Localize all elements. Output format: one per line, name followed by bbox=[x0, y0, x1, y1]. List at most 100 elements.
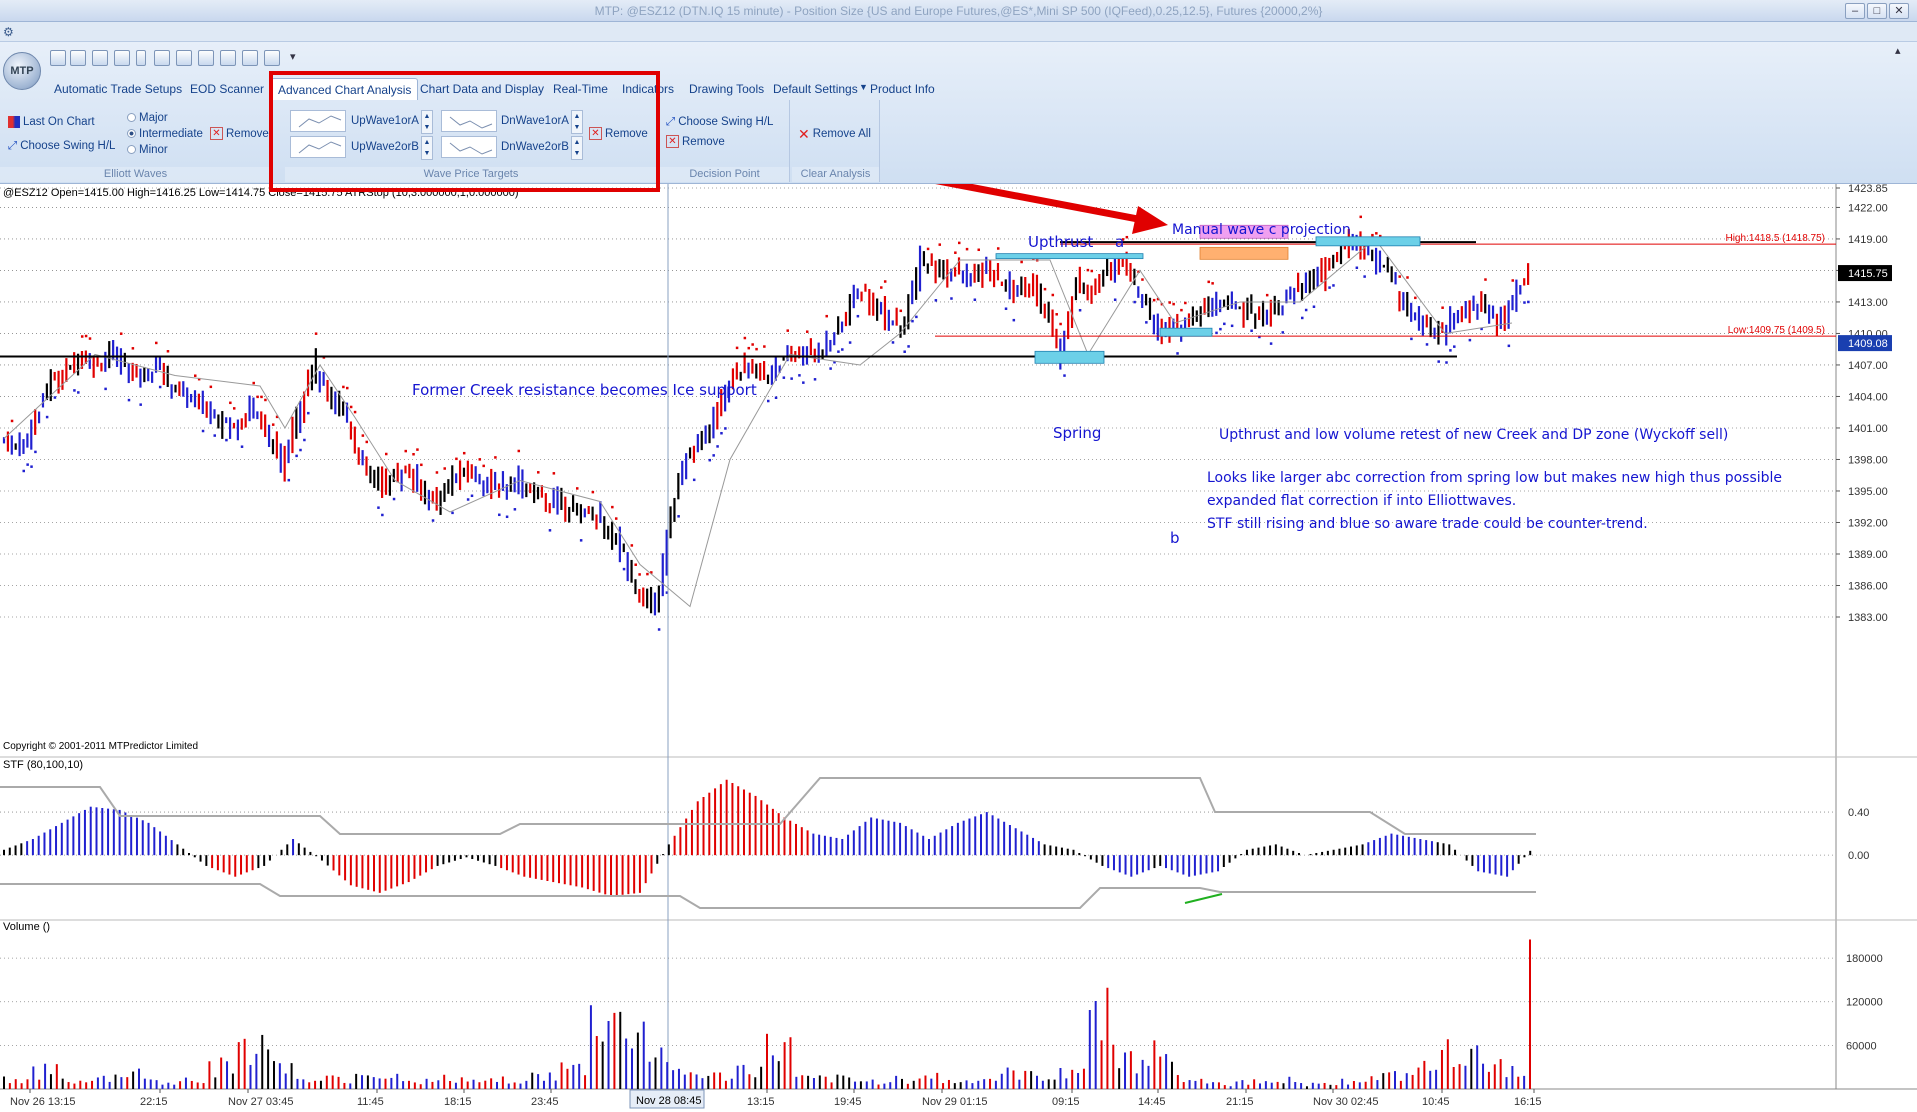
atr-stop-dot bbox=[482, 464, 485, 468]
atr-stop-dot bbox=[420, 463, 423, 467]
atr-stop-dot bbox=[1375, 232, 1378, 235]
time-tick-label: Nov 26 13:15 bbox=[10, 1096, 75, 1108]
customize-icon[interactable]: ▾ bbox=[290, 50, 296, 63]
app-logo-button[interactable]: MTP bbox=[3, 52, 41, 90]
window-title: MTP: @ESZ12 (DTN.IQ 15 minute) - Positio… bbox=[594, 4, 1323, 18]
chart-area[interactable]: 1423.851422.001419.001416.001413.001410.… bbox=[0, 184, 1917, 1112]
app-menu-icon[interactable]: ⚙ bbox=[3, 25, 14, 39]
maximize-button[interactable]: □ bbox=[1867, 3, 1887, 19]
radio-minor[interactable]: Minor bbox=[127, 142, 168, 158]
atr-stop-dot bbox=[240, 445, 244, 448]
atr-stop-dot bbox=[611, 505, 614, 509]
atr-stop-dot bbox=[934, 299, 938, 302]
atr-stop-dot bbox=[287, 478, 291, 482]
dp-remove-button[interactable]: ✕ Remove bbox=[666, 134, 725, 150]
atr-stop-dot bbox=[256, 395, 259, 399]
atr-stop-dot bbox=[45, 415, 49, 419]
atr-stop-dot bbox=[462, 451, 466, 455]
atr-stop-dot bbox=[455, 457, 458, 461]
atr-stop-dot bbox=[1484, 278, 1487, 281]
stf-tick-label: 0.00 bbox=[1848, 850, 1869, 862]
atr-stop-dot bbox=[1145, 321, 1148, 324]
atr-stop-dot bbox=[537, 471, 540, 474]
atr-stop-dot bbox=[767, 399, 770, 403]
close-button[interactable]: ✕ bbox=[1889, 3, 1909, 19]
price-tick-label: 1423.85 bbox=[1848, 184, 1888, 195]
atr-stop-dot bbox=[743, 336, 747, 340]
atr-stop-dot bbox=[225, 438, 228, 442]
time-tick-label: 23:45 bbox=[531, 1096, 559, 1108]
remove-icon: ✕ bbox=[210, 127, 223, 141]
time-tick-label: 16:15 bbox=[1514, 1096, 1542, 1108]
atr-stop-dot bbox=[841, 348, 844, 351]
layout-icon[interactable] bbox=[176, 50, 192, 66]
atr-stop-dot bbox=[478, 458, 482, 461]
tab-default-settings[interactable]: Default Settings bbox=[767, 78, 864, 100]
swing-icon: ⤢ bbox=[8, 140, 18, 152]
atr-stop-dot bbox=[271, 423, 275, 426]
dropdown-icon[interactable] bbox=[136, 50, 146, 66]
time-tick-label: 22:15 bbox=[140, 1096, 168, 1108]
tab-drawing-tools[interactable]: Drawing Tools bbox=[683, 78, 770, 100]
window-icon[interactable] bbox=[114, 50, 130, 66]
atr-stop-dot bbox=[513, 508, 517, 511]
atr-stop-dot bbox=[634, 563, 637, 566]
atr-stop-dot bbox=[158, 385, 162, 389]
tile-icon[interactable] bbox=[198, 50, 214, 66]
atr-stop-dot bbox=[915, 315, 918, 319]
arrange-icon[interactable] bbox=[242, 50, 258, 66]
print-icon[interactable] bbox=[264, 50, 280, 66]
open-folder-icon[interactable] bbox=[92, 50, 108, 66]
spring-zone bbox=[1034, 350, 1105, 364]
price-tick-label: 1407.00 bbox=[1848, 360, 1888, 372]
atr-stop-dot bbox=[1223, 322, 1226, 326]
choose-swing-hl-button[interactable]: ⤢ Choose Swing H/L bbox=[8, 138, 115, 154]
atr-stop-dot bbox=[229, 401, 232, 405]
cascade-icon[interactable] bbox=[220, 50, 236, 66]
atr-stop-dot bbox=[1332, 284, 1335, 287]
atr-stop-dot bbox=[724, 427, 727, 430]
atr-stop-dot bbox=[747, 346, 751, 350]
price-tick-label: 1404.00 bbox=[1848, 391, 1888, 403]
tab-eod-scanner[interactable]: EOD Scanner bbox=[184, 78, 270, 100]
atr-stop-dot bbox=[880, 286, 883, 289]
atr-stop-dot bbox=[213, 434, 216, 437]
atr-stop-dot bbox=[965, 247, 969, 251]
radio-intermediate[interactable]: Intermediate bbox=[127, 126, 203, 142]
elliott-remove-button[interactable]: ✕ Remove bbox=[210, 126, 269, 142]
copy-icon[interactable] bbox=[154, 50, 170, 66]
atr-stop-dot bbox=[1507, 344, 1511, 348]
atr-stop-dot bbox=[451, 511, 454, 515]
last-on-chart-button[interactable]: Last On Chart bbox=[8, 114, 95, 130]
tab-automatic-trade-setups[interactable]: Automatic Trade Setups bbox=[48, 78, 188, 100]
new-chart-icon[interactable] bbox=[70, 50, 86, 66]
save-icon[interactable] bbox=[50, 50, 66, 66]
ribbon-help-icon[interactable]: ▴ bbox=[1895, 44, 1901, 57]
dp-choose-swing-button[interactable]: ⤢ Choose Swing H/L bbox=[666, 114, 773, 130]
radio-major[interactable]: Major bbox=[127, 110, 168, 126]
remove-all-icon: ✕ bbox=[798, 126, 810, 142]
atr-stop-dot bbox=[1410, 337, 1413, 341]
atr-stop-dot bbox=[1355, 266, 1359, 270]
atr-stop-dot bbox=[638, 573, 641, 576]
remove-all-button[interactable]: ✕ Remove All bbox=[798, 126, 871, 142]
atr-stop-dot bbox=[34, 450, 37, 454]
high-line-label: High:1418.5 (1418.75) bbox=[1725, 233, 1825, 244]
minimize-button[interactable]: – bbox=[1845, 3, 1865, 19]
group-elliott-waves: Last On Chart ⤢ Choose Swing H/L Major In… bbox=[0, 100, 272, 182]
time-tick-label: 19:45 bbox=[834, 1096, 862, 1108]
atr-stop-dot bbox=[1301, 316, 1304, 320]
atr-stop-dot bbox=[1437, 360, 1440, 363]
tab-product-info[interactable]: Product Info bbox=[864, 78, 941, 100]
atr-stop-dot bbox=[201, 429, 205, 433]
atr-stop-dot bbox=[1059, 322, 1062, 326]
atr-stop-dot bbox=[938, 243, 942, 246]
annotation-comment-2: expanded flat correction if into Elliott… bbox=[1207, 493, 1516, 509]
atr-stop-dot bbox=[1168, 301, 1171, 304]
atr-stop-dot bbox=[1312, 305, 1316, 308]
atr-stop-dot bbox=[30, 465, 33, 468]
atr-stop-dot bbox=[1363, 275, 1366, 278]
atr-stop-dot bbox=[958, 241, 961, 245]
atr-stop-dot bbox=[385, 452, 388, 456]
atr-stop-dot bbox=[591, 490, 595, 494]
